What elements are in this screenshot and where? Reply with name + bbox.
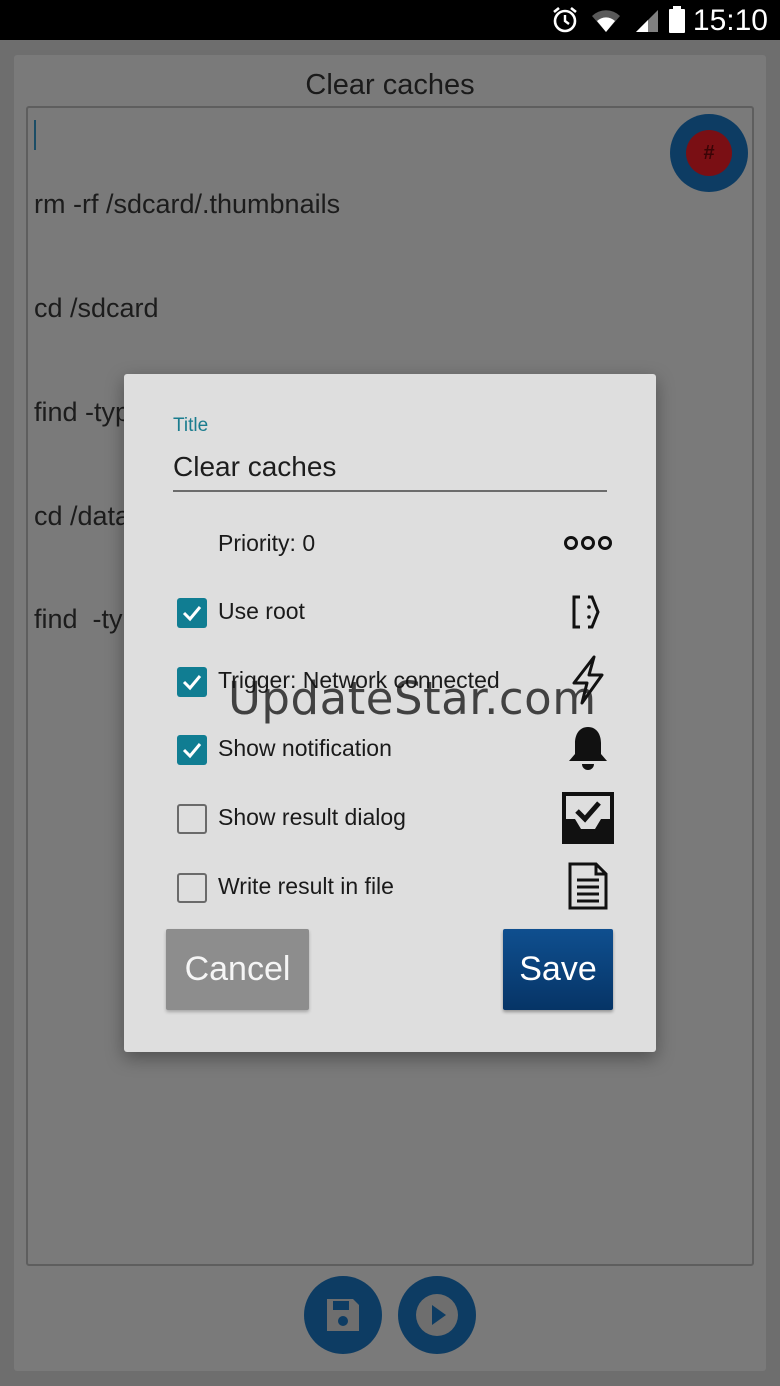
option-show-result-dialog[interactable]: Show result dialog — [124, 790, 656, 846]
hash-icon: # — [686, 130, 732, 176]
option-label: Use root — [218, 598, 305, 624]
wifi-icon — [590, 6, 622, 39]
trigger-checkbox[interactable] — [177, 667, 207, 697]
show-notification-checkbox[interactable] — [177, 735, 207, 765]
priority-row[interactable]: Priority: 0 — [124, 516, 656, 572]
script-line: rm -rf /sdcard/.thumbnails — [34, 189, 341, 220]
status-time: 15:10 — [692, 4, 768, 37]
cancel-button[interactable]: Cancel — [166, 929, 309, 1010]
bell-icon — [566, 724, 610, 777]
option-label: Show notification — [218, 735, 392, 761]
screen-title: Clear caches — [305, 69, 475, 101]
script-settings-dialog: Title Priority: 0 Use root Trigger: Netw… — [124, 374, 656, 1052]
option-write-result-file[interactable]: Write result in file — [124, 859, 656, 915]
priority-label: Priority: 0 — [218, 530, 316, 556]
title-input[interactable] — [173, 444, 607, 492]
signal-icon — [634, 6, 660, 39]
save-script-button[interactable] — [304, 1276, 382, 1354]
root-bracket-icon — [568, 592, 608, 637]
script-line: cd /sdcard — [34, 292, 159, 323]
option-label: Trigger: Network connected — [218, 667, 500, 693]
option-label: Show result dialog — [218, 804, 406, 830]
option-trigger[interactable]: Trigger: Network connected — [124, 653, 656, 709]
dialog-check-icon — [561, 791, 615, 850]
show-result-dialog-checkbox[interactable] — [177, 804, 207, 834]
play-icon — [416, 1294, 458, 1336]
write-result-file-checkbox[interactable] — [177, 873, 207, 903]
battery-icon — [668, 6, 686, 39]
hash-fab-button[interactable]: # — [670, 114, 748, 192]
alarm-icon — [551, 6, 579, 39]
use-root-checkbox[interactable] — [177, 598, 207, 628]
save-button[interactable]: Save — [503, 929, 613, 1010]
title-field-label: Title — [173, 415, 209, 436]
more-options-icon[interactable] — [563, 534, 613, 557]
lightning-icon — [568, 655, 608, 710]
run-script-button[interactable] — [398, 1276, 476, 1354]
status-bar: 15:10 — [0, 0, 780, 40]
option-label: Write result in file — [218, 873, 394, 899]
save-icon — [327, 1299, 359, 1331]
document-icon — [566, 861, 610, 916]
option-use-root[interactable]: Use root — [124, 584, 656, 640]
option-show-notification[interactable]: Show notification — [124, 721, 656, 777]
